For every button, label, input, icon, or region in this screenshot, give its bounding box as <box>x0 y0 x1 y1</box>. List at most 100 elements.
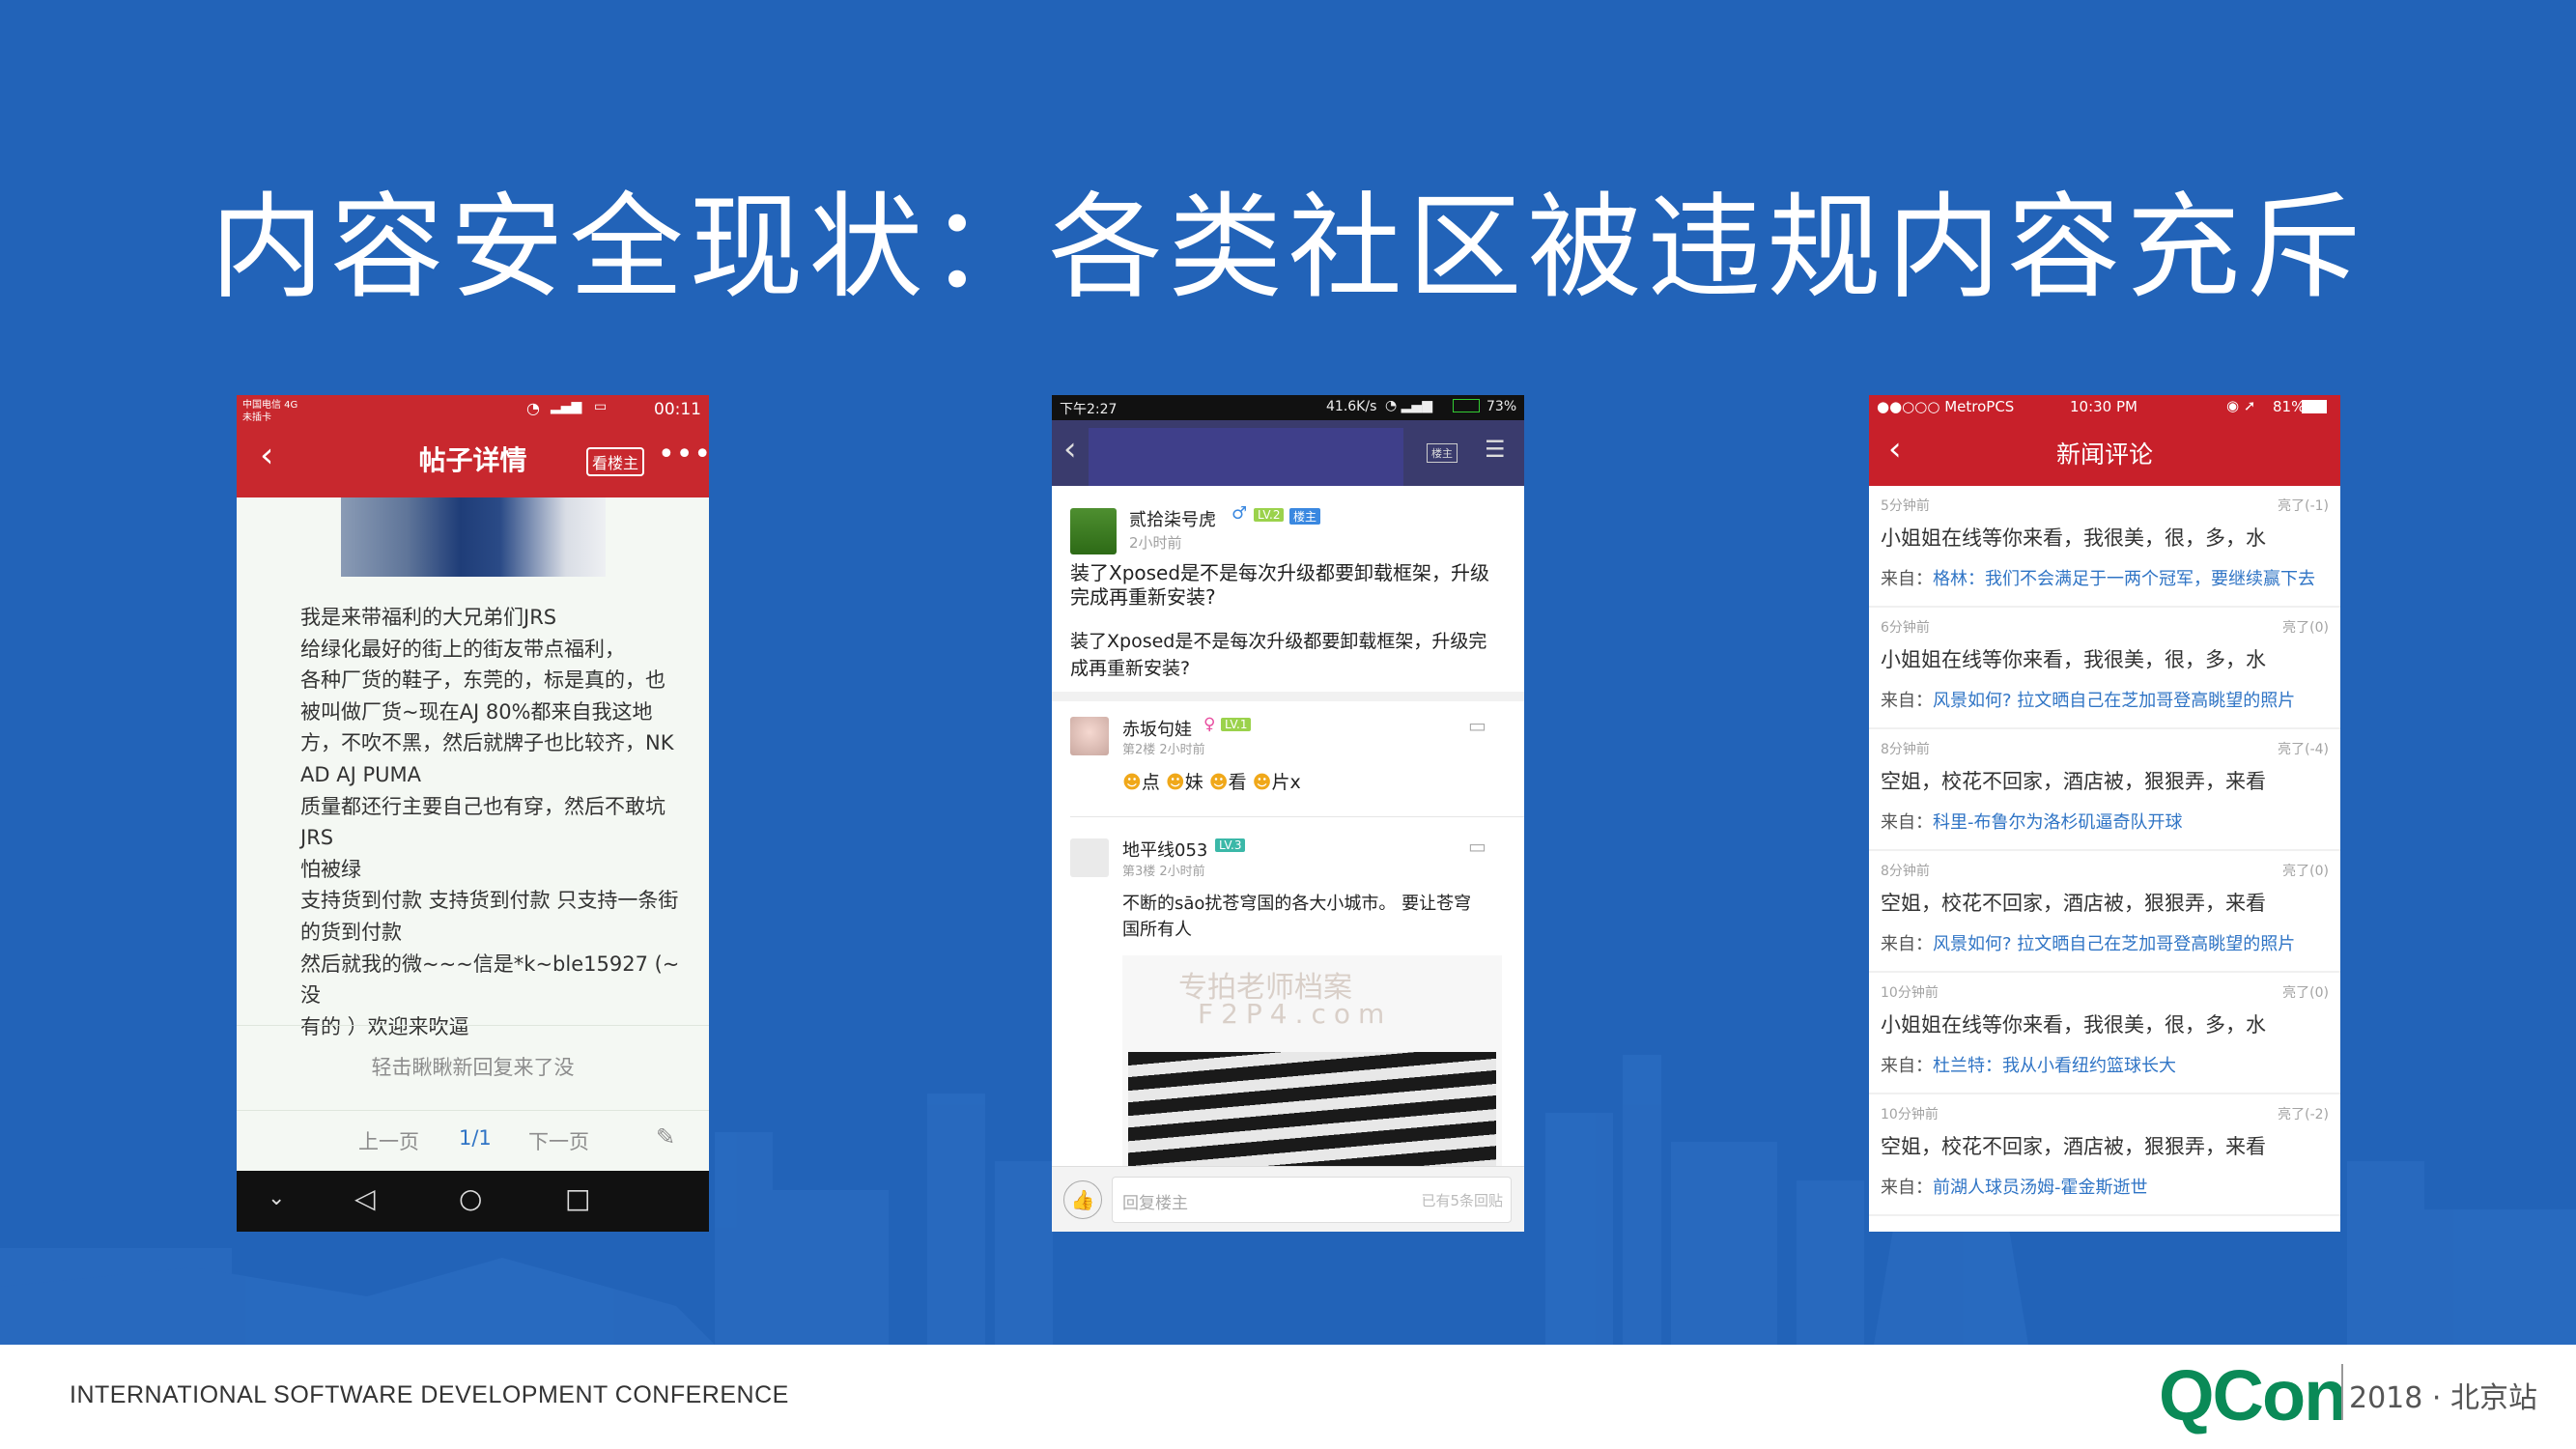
comment-likes[interactable]: 亮了(-2) <box>2278 1104 2329 1123</box>
source-link[interactable]: 科里-布鲁尔为洛杉矶逼奇队开球 <box>1933 812 2183 833</box>
prev-page-button[interactable]: 上一页 <box>358 1126 419 1155</box>
source-link[interactable]: 前湖人球员汤姆-霍金斯逝世 <box>1933 1178 2148 1198</box>
comment-likes[interactable]: 亮了(0) <box>2282 617 2329 637</box>
menu-icon[interactable]: ☰ <box>1485 436 1506 463</box>
reply-word: 点 <box>1141 772 1160 793</box>
back-triangle-icon[interactable]: ◁ <box>354 1182 376 1214</box>
status-bar: 下午2:27 41.6K/s ◔ ▂▄▆ 73% <box>1052 395 1524 420</box>
comment-item[interactable]: 10分钟前 亮了(-2) 空姐，校花不回家，酒店被，狠狠弄，来看 来自：前湖人球… <box>1869 1094 2340 1214</box>
next-page-button[interactable]: 下一页 <box>528 1126 589 1155</box>
op-body-line: 装了Xposed是不是每次升级都要卸载框架，升级完 <box>1070 631 1487 652</box>
post-line: 方，不吹不黑，然后就牌子也比较齐，NK <box>300 731 674 755</box>
avatar[interactable] <box>1070 838 1109 877</box>
post-line: 各种厂货的鞋子，东莞的，标是真的，也 <box>300 668 665 693</box>
comment-item-partial <box>1869 1216 2340 1232</box>
comment-text: 小姐姐在线等你来看，我很美，很，多，水 <box>1881 648 2266 671</box>
status-time: 00:11 <box>654 400 701 419</box>
comment-item[interactable]: 8分钟前 亮了(-4) 空姐，校花不回家，酒店被，狠狠弄，来看 来自：科里-布鲁… <box>1869 729 2340 849</box>
post-line: 支持货到付款 支持货到付款 只支持一条街 <box>300 889 679 913</box>
post-line: 的货到付款 <box>300 920 402 944</box>
recents-square-icon[interactable]: □ <box>565 1182 590 1214</box>
comment-item[interactable]: 8分钟前 亮了(0) 空姐，校花不回家，酒店被，狠狠弄，来看 来自：风景如何? … <box>1869 851 2340 971</box>
signal-icon: ▂▄▆ <box>551 399 582 414</box>
source-link[interactable]: 风景如何? 拉文晒自己在芝加哥登高眺望的照片 <box>1933 691 2295 711</box>
network-speed: 41.6K/s <box>1326 399 1377 414</box>
reply-input[interactable]: 回复楼主 已有5条回贴 <box>1112 1177 1512 1223</box>
phone-community-thread: 下午2:27 41.6K/s ◔ ▂▄▆ 73% ‹ 楼主 ☰ 贰拾柒号虎 ♂ … <box>1052 395 1524 1232</box>
reply-username[interactable]: 地平线053 <box>1122 837 1207 862</box>
conference-name: INTERNATIONAL SOFTWARE DEVELOPMENT CONFE… <box>70 1381 789 1408</box>
source-label: 来自： <box>1881 569 1933 589</box>
reply-word: 看 <box>1228 772 1247 793</box>
phone-news-comments: ●●○○○ MetroPCS 10:30 PM ◉ ➚ 81% ‹ 新闻评论 5… <box>1869 395 2340 1232</box>
slide: 内容安全现状：各类社区被违规内容充斥 中国电信 4G 未插卡 ◔ ▂▄▆ ▭ 0… <box>0 0 2576 1449</box>
reply-word: 片x <box>1271 772 1301 793</box>
phone-forum-post: 中国电信 4G 未插卡 ◔ ▂▄▆ ▭ 00:11 ‹ 帖子详情 看楼主 •••… <box>237 395 709 1232</box>
comment-time: 8分钟前 <box>1881 864 1930 879</box>
op-username[interactable]: 贰拾柒号虎 <box>1129 506 1216 531</box>
comment-source: 来自：格林：我们不会满足于一两个冠军，要继续赢下去 <box>1881 565 2315 590</box>
comment-text: 空姐，校花不回家，酒店被，狠狠弄，来看 <box>1881 1135 2266 1158</box>
avatar[interactable] <box>1070 508 1117 554</box>
comment-likes[interactable]: 亮了(-4) <box>2278 739 2329 758</box>
comment-icon[interactable]: ▭ <box>1468 835 1486 858</box>
emoji-icon: ☻ <box>1122 772 1142 793</box>
comment-likes[interactable]: 亮了(-1) <box>2278 496 2329 515</box>
nav-bar: ‹ 新闻评论 <box>1869 420 2340 486</box>
post-line: 被叫做厂货~现在AJ 80%都来自我这地 <box>300 699 653 724</box>
refresh-replies-link[interactable]: 轻击瞅瞅新回复来了没 <box>237 1052 709 1081</box>
reply-content: 不断的sāo扰苍穹国的各大小城市。 要让苍穹 国所有人 <box>1122 891 1471 943</box>
status-time: 下午2:27 <box>1060 402 1118 417</box>
battery-icon <box>1453 399 1480 412</box>
source-link[interactable]: 风景如何? 拉文晒自己在芝加哥登高眺望的照片 <box>1933 934 2295 954</box>
edit-icon[interactable]: ✎ <box>656 1123 675 1151</box>
comment-item[interactable]: 5分钟前 亮了(-1) 小姐姐在线等你来看，我很美，很，多，水 来自：格林：我们… <box>1869 486 2340 606</box>
emoji-icon: ☻ <box>1165 772 1185 793</box>
op-body: 装了Xposed是不是每次升级都要卸载框架，升级完 成再重新安装? <box>1070 628 1514 682</box>
nav-bar: ‹ 帖子详情 看楼主 ••• <box>237 424 709 497</box>
comment-icon[interactable]: ▭ <box>1468 714 1486 737</box>
comment-source: 来自：风景如何? 拉文晒自己在芝加哥登高眺望的照片 <box>1881 687 2295 712</box>
view-op-button[interactable]: 看楼主 <box>586 447 645 476</box>
comment-text: 小姐姐在线等你来看，我很美，很，多，水 <box>1881 1013 2266 1037</box>
back-icon[interactable]: ‹ <box>1063 430 1077 469</box>
image-watermark: F2P4.com <box>1198 998 1393 1030</box>
android-nav-bar: ⌄ ◁ ○ □ <box>237 1171 709 1232</box>
comment-source: 来自：科里-布鲁尔为洛杉矶逼奇队开球 <box>1881 809 2183 834</box>
avatar[interactable] <box>1070 717 1109 755</box>
source-link[interactable]: 格林：我们不会满足于一两个冠军，要继续赢下去 <box>1933 569 2315 589</box>
qcon-logo: QCon <box>2159 1355 2347 1435</box>
source-link[interactable]: 杜兰特：我从小看纽约篮球长大 <box>1933 1056 2176 1076</box>
divider <box>1070 816 1524 817</box>
reply-placeholder: 回复楼主 <box>1122 1194 1188 1213</box>
reply-bar: 👍 回复楼主 已有5条回贴 <box>1052 1166 1524 1232</box>
comment-likes[interactable]: 亮了(0) <box>2282 982 2329 1002</box>
logo-divider <box>2341 1364 2343 1420</box>
reply-meta: 第3楼 2小时前 <box>1122 865 1205 879</box>
comment-item[interactable]: 6分钟前 亮了(0) 小姐姐在线等你来看，我很美，很，多，水 来自：风景如何? … <box>1869 608 2340 727</box>
op-badge: 楼主 <box>1289 508 1321 525</box>
more-icon[interactable]: ••• <box>658 438 709 471</box>
comment-time: 6分钟前 <box>1881 620 1930 636</box>
comment-item[interactable]: 10分钟前 亮了(0) 小姐姐在线等你来看，我很美，很，多，水 来自：杜兰特：我… <box>1869 973 2340 1093</box>
nav-bar: ‹ 楼主 ☰ <box>1052 420 1524 486</box>
status-bar: ●●○○○ MetroPCS 10:30 PM ◉ ➚ 81% <box>1869 395 2340 420</box>
chevron-down-icon[interactable]: ⌄ <box>268 1186 285 1210</box>
comment-source: 来自：杜兰特：我从小看纽约篮球长大 <box>1881 1052 2176 1077</box>
battery-icon: ▭ <box>594 399 608 414</box>
reply-word: 妹 <box>1184 772 1203 793</box>
page-indicator[interactable]: 1/1 <box>459 1126 492 1150</box>
wifi-icon: ◔ <box>526 399 540 417</box>
op-only-button[interactable]: 楼主 <box>1427 443 1458 463</box>
comment-likes[interactable]: 亮了(0) <box>2282 861 2329 880</box>
reply-username[interactable]: 赤坂句娃 <box>1122 716 1192 741</box>
op-title-line: 完成再重新安装? <box>1070 585 1216 609</box>
signal-icon: ◔ ▂▄▆ <box>1385 398 1432 413</box>
comment-source: 来自：前湖人球员汤姆-霍金斯逝世 <box>1881 1174 2148 1199</box>
home-circle-icon[interactable]: ○ <box>459 1182 482 1214</box>
divider <box>1052 692 1524 701</box>
slide-title: 内容安全现状：各类社区被违规内容充斥 <box>210 181 2366 314</box>
status-bar: 中国电信 4G 未插卡 ◔ ▂▄▆ ▭ 00:11 <box>237 395 709 424</box>
source-label: 来自： <box>1881 691 1933 711</box>
like-icon[interactable]: 👍 <box>1063 1180 1102 1219</box>
